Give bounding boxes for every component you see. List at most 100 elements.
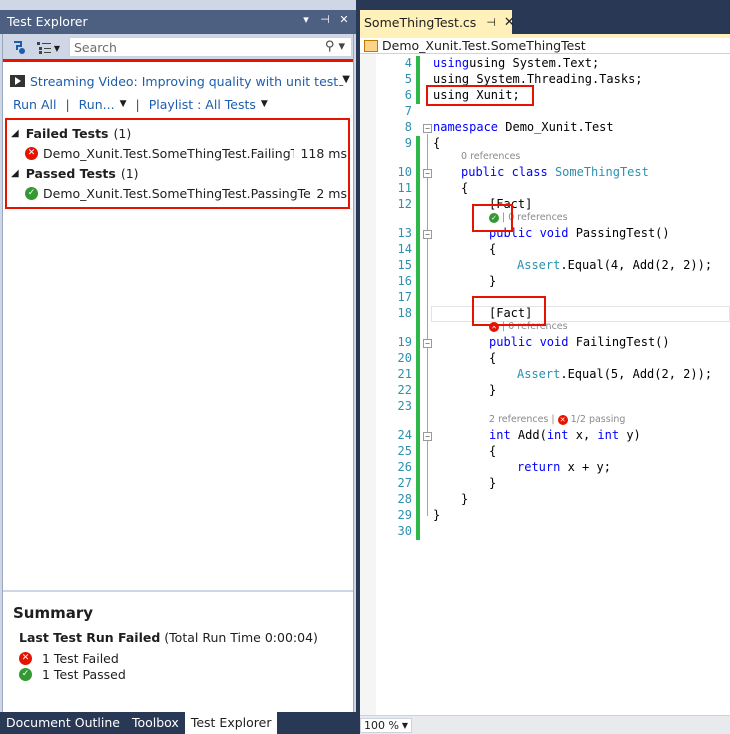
line-number: 16 <box>397 274 412 288</box>
chevron-down-icon[interactable]: ▼ <box>339 74 350 85</box>
chevron-down-icon[interactable]: ▼ <box>120 99 127 109</box>
code-line: { <box>489 242 497 256</box>
line-number: 19 <box>397 335 412 349</box>
panel-menu-icon[interactable]: ▾ <box>300 13 312 26</box>
test-explorer-body: ▼ ⚲ ▾ Streaming Video: Improving quality… <box>2 34 354 712</box>
group-count: (1) <box>113 125 132 141</box>
last-run-label[interactable]: Last Test Run Failed <box>19 630 160 645</box>
chevron-down-icon[interactable]: ▼ <box>402 721 408 730</box>
passed-tests-group[interactable]: ◢ Passed Tests (1) <box>11 164 139 182</box>
summary-passed[interactable]: ✓ 1 Test Passed <box>19 666 126 682</box>
playlist-link[interactable]: Playlist : All Tests <box>149 97 256 112</box>
run-tests-after-build-icon[interactable] <box>9 38 29 58</box>
test-duration: 118 ms <box>294 145 347 161</box>
expand-triangle-icon[interactable]: ◢ <box>11 168 19 179</box>
last-run-status: Last Test Run Failed (Total Run Time 0:0… <box>19 630 318 645</box>
failed-icon: ✕ <box>557 414 568 425</box>
code-line: { <box>489 351 497 365</box>
line-number: 13 <box>397 226 412 240</box>
group-by-icon[interactable]: ▼ <box>33 38 63 58</box>
test-row[interactable]: ✓ Demo_Xunit.Test.SomeThingTest.PassingT… <box>25 184 347 202</box>
codelens-references[interactable]: 0 references <box>461 151 520 162</box>
test-explorer-panel: Test Explorer ▾ ⊣ ✕ ▼ ⚲ ▾ Streaming Vide… <box>0 0 356 734</box>
test-duration: 2 ms <box>310 185 347 201</box>
collapse-toggle[interactable]: − <box>423 230 432 239</box>
codelens-add[interactable]: 2 references | ✕ 1/2 passing <box>489 414 625 425</box>
bottom-tool-tabs: Document Outline Toolbox Test Explorer <box>0 712 356 734</box>
keyword: int <box>597 428 620 442</box>
code-line: Assert.Equal(4, Add(2, 2)); <box>517 258 712 272</box>
code-line: } <box>489 476 497 490</box>
collapse-toggle[interactable]: − <box>423 432 432 441</box>
collapse-toggle[interactable]: − <box>423 124 432 133</box>
failed-icon: ✕ <box>25 146 38 160</box>
search-icon[interactable]: ⚲ ▾ <box>325 39 345 54</box>
code-line: public class SomeThingTest <box>461 165 649 179</box>
expand-triangle-icon[interactable]: ◢ <box>11 128 19 139</box>
code-line: { <box>461 181 469 195</box>
code-text: .Equal(5, Add(2, 2)); <box>560 367 713 381</box>
search-box[interactable]: ⚲ ▾ <box>69 37 352 57</box>
line-number: 24 <box>397 428 412 442</box>
chevron-down-icon: ▼ <box>53 43 61 53</box>
code-line: { <box>489 444 497 458</box>
collapse-toggle[interactable]: − <box>423 169 432 178</box>
line-number: 28 <box>397 492 412 506</box>
class-icon <box>364 39 378 52</box>
tab-somethingtest-cs[interactable]: SomeThingTest.cs ⊣ ✕ <box>360 10 515 34</box>
search-input[interactable] <box>74 39 314 55</box>
test-results-highlight: ◢ Failed Tests (1) ✕ Demo_Xunit.Test.Som… <box>5 118 350 209</box>
group-count: (1) <box>120 165 139 181</box>
zoom-select[interactable]: 100 % ▼ <box>360 718 412 733</box>
close-icon[interactable]: ✕ <box>338 13 350 26</box>
run-menu-link[interactable]: Run... <box>79 97 115 112</box>
test-name: Demo_Xunit.Test.SomeThingTest.FailingTes… <box>43 145 316 161</box>
run-all-link[interactable]: Run All <box>13 97 56 112</box>
chevron-down-icon[interactable]: ▼ <box>261 99 268 109</box>
streaming-video-label[interactable]: Streaming Video: Improving quality with … <box>30 74 350 89</box>
line-number: 15 <box>397 258 412 272</box>
tab-test-explorer[interactable]: Test Explorer <box>184 712 278 734</box>
nav-class-name[interactable]: Demo_Xunit.Test.SomeThingTest <box>382 38 586 53</box>
code-line: Assert.Equal(5, Add(2, 2)); <box>517 367 712 381</box>
code-line: int Add(int x, int y) <box>489 428 641 442</box>
summary-failed[interactable]: ✕ 1 Test Failed <box>19 650 119 666</box>
test-row[interactable]: ✕ Demo_Xunit.Test.SomeThingTest.FailingT… <box>25 144 347 162</box>
codelens-text: 1/2 passing <box>570 414 626 425</box>
change-indicator <box>416 56 420 104</box>
keyword: return <box>517 460 561 474</box>
panel-title: Test Explorer <box>7 14 88 29</box>
code-area[interactable]: 4 5 6 7 8 9 10 11 12 13 14 15 16 17 18 1… <box>360 54 730 715</box>
keyword: int <box>546 428 569 442</box>
code-line: public void PassingTest() <box>489 226 670 240</box>
code-line: using System.Threading.Tasks; <box>433 72 643 86</box>
code-text: .Equal(4, Add(2, 2)); <box>560 258 713 272</box>
type-name: Assert <box>517 258 561 272</box>
code-line: } <box>489 383 497 397</box>
failed-tests-group[interactable]: ◢ Failed Tests (1) <box>11 124 131 142</box>
line-number: 12 <box>397 197 412 211</box>
passed-icon: ✓ <box>25 186 38 200</box>
type-name: Assert <box>517 367 561 381</box>
line-number: 25 <box>397 444 412 458</box>
collapse-toggle[interactable]: − <box>423 339 432 348</box>
code-text: Add( <box>510 428 547 442</box>
pin-icon[interactable]: ⊣ <box>486 16 496 29</box>
outline-guide <box>427 134 428 516</box>
keyword: public void <box>489 335 569 349</box>
passed-icon: ✓ <box>19 667 32 681</box>
navigation-bar[interactable]: Demo_Xunit.Test.SomeThingTest <box>360 34 730 54</box>
tab-document-outline[interactable]: Document Outline <box>0 712 126 734</box>
line-number: 29 <box>397 508 412 522</box>
pin-icon[interactable]: ⊣ <box>319 13 331 26</box>
tab-toolbox[interactable]: Toolbox <box>126 712 185 734</box>
streaming-video-link[interactable]: Streaming Video: Improving quality with … <box>10 72 350 90</box>
line-number: 27 <box>397 476 412 490</box>
close-icon[interactable]: ✕ <box>504 15 515 30</box>
codelens-text: 2 references | <box>489 414 555 425</box>
line-number: 5 <box>404 72 412 86</box>
keyword: using <box>433 56 470 70</box>
failed-count-text: 1 Test Failed <box>42 650 119 666</box>
code-text: FailingTest() <box>568 335 670 349</box>
group-label: Passed Tests <box>25 165 116 181</box>
